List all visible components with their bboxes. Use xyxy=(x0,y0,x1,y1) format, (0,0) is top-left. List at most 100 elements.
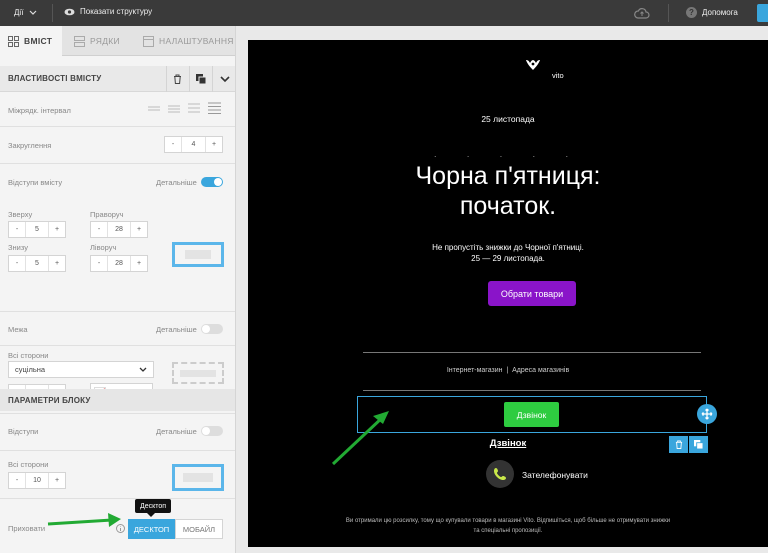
decrement-button[interactable]: - xyxy=(9,473,25,488)
top-padding-value[interactable]: 5 xyxy=(25,222,49,237)
subtext-line-1: Не пропустіть знижки до Чорної п'ятниці. xyxy=(432,243,584,252)
panel-tabs: ВМІСТ РЯДКИ НАЛАШТУВАННЯ xyxy=(0,26,235,56)
chevron-down-icon xyxy=(139,367,147,372)
block-params-header: ПАРАМЕТРИ БЛОКУ xyxy=(0,389,235,411)
line-spacing-row: Міжрядк. інтервал xyxy=(0,92,235,127)
block-padding-label: Відступи xyxy=(8,427,39,436)
vito-logo-icon xyxy=(526,60,540,70)
increment-button[interactable]: + xyxy=(49,256,65,271)
top-bar: Дії Показати структуру ? Допомога xyxy=(0,0,768,26)
tooltip-arrow xyxy=(147,513,155,517)
block-padding-stepper[interactable]: - 10 + xyxy=(8,472,66,489)
tab-settings-label: НАЛАШТУВАННЯ xyxy=(159,36,234,46)
properties-panel: ВМІСТ РЯДКИ НАЛАШТУВАННЯ ВЛАСТИВОСТІ ВМІ… xyxy=(0,26,236,553)
actions-label: Дії xyxy=(14,8,24,17)
copy-icon xyxy=(694,440,703,449)
increment-button[interactable]: + xyxy=(131,222,147,237)
divider xyxy=(52,4,53,22)
border-detail-toggle[interactable] xyxy=(201,324,223,334)
call-text: Зателефонувати xyxy=(522,470,588,480)
tab-settings[interactable]: НАЛАШТУВАННЯ xyxy=(143,26,235,56)
content-padding-label: Відступи вмісту xyxy=(8,178,63,187)
tab-content[interactable]: ВМІСТ xyxy=(0,26,62,56)
tab-rows-label: РЯДКИ xyxy=(90,36,120,46)
trash-icon xyxy=(174,74,181,84)
top-padding-stepper[interactable]: - 5 + xyxy=(8,221,66,238)
detail-label: Детальніше xyxy=(156,178,197,187)
rounding-value[interactable]: 4 xyxy=(181,137,206,152)
mobile-toggle[interactable]: МОБАЙЛ xyxy=(175,519,223,539)
cloud-upload-icon[interactable] xyxy=(634,7,650,19)
divider xyxy=(668,4,669,22)
save-button[interactable] xyxy=(757,4,768,22)
info-icon[interactable] xyxy=(116,524,125,533)
content-properties-title: ВЛАСТИВОСТІ ВМІСТУ xyxy=(8,74,102,83)
all-sides-label: Всі сторони xyxy=(8,351,49,360)
show-structure-label: Показати структуру xyxy=(80,7,153,16)
bottom-padding-stepper[interactable]: - 5 + xyxy=(8,255,66,272)
decrement-button[interactable]: - xyxy=(91,256,107,271)
block-padding-detail-toggle[interactable] xyxy=(201,426,223,436)
rounding-stepper[interactable]: - 4 + xyxy=(164,136,223,153)
right-label: Праворуч xyxy=(90,210,124,219)
hide-row: Приховати ДЕСКТОП МОБАЙЛ Десктоп xyxy=(0,499,235,553)
move-icon xyxy=(701,408,713,420)
block-delete-button[interactable] xyxy=(669,436,688,453)
move-handle[interactable] xyxy=(697,404,717,424)
call-button-label: Дзвінок xyxy=(516,409,547,420)
divider-line xyxy=(363,352,701,353)
decrement-button[interactable]: - xyxy=(91,222,107,237)
rows-icon xyxy=(74,35,85,47)
footer-links[interactable]: Інтернет-магазин | Адреса магазинів xyxy=(248,367,768,374)
decrement-button[interactable]: - xyxy=(9,222,25,237)
right-padding-stepper[interactable]: - 28 + xyxy=(90,221,148,238)
border-style-select[interactable]: суцільна xyxy=(8,361,154,378)
increment-button[interactable]: + xyxy=(49,222,65,237)
desktop-toggle[interactable]: ДЕСКТОП xyxy=(128,519,175,539)
line-spacing-normal-icon[interactable] xyxy=(168,104,180,113)
increment-button[interactable]: + xyxy=(49,473,65,488)
left-padding-stepper[interactable]: - 28 + xyxy=(90,255,148,272)
decrement-button[interactable]: - xyxy=(165,137,181,152)
duplicate-button[interactable] xyxy=(189,66,211,92)
phone-icon xyxy=(486,460,514,488)
padding-detail-toggle[interactable] xyxy=(201,177,223,187)
line-spacing-tight-icon[interactable] xyxy=(148,104,160,113)
grid-icon xyxy=(8,35,19,47)
footer-line-1: Ви отримали цю розсилку, тому що купувал… xyxy=(345,518,671,524)
logo-text: vito xyxy=(552,71,564,80)
tab-rows[interactable]: РЯДКИ xyxy=(74,26,134,56)
actions-menu[interactable]: Дії xyxy=(14,8,37,17)
increment-button[interactable]: + xyxy=(206,137,222,152)
line-spacing-wider-icon[interactable] xyxy=(208,102,221,115)
block-padding-preview xyxy=(172,464,224,491)
choose-products-button[interactable]: Обрати товари xyxy=(488,281,576,306)
call-button[interactable]: Дзвінок xyxy=(504,402,559,427)
border-style-value: суцільна xyxy=(15,365,46,374)
delete-button[interactable] xyxy=(166,66,188,92)
block-padding-row: Відступи Детальніше xyxy=(0,411,235,451)
collapse-button[interactable] xyxy=(212,66,235,92)
decrement-button[interactable]: - xyxy=(9,256,25,271)
hide-label: Приховати xyxy=(8,524,46,533)
chevron-down-icon xyxy=(219,75,230,82)
bottom-padding-value[interactable]: 5 xyxy=(25,256,49,271)
border-detail-label: Детальніше xyxy=(156,325,197,334)
email-preview: vito 25 листопада · · · · · Чорна п'ятни… xyxy=(248,40,768,547)
block-duplicate-button[interactable] xyxy=(689,436,708,453)
padding-preview xyxy=(172,242,224,267)
line-spacing-wide-icon[interactable] xyxy=(188,103,200,114)
show-structure-button[interactable]: Показати структуру xyxy=(64,7,152,16)
left-padding-value[interactable]: 28 xyxy=(107,256,131,271)
tab-content-label: ВМІСТ xyxy=(24,36,53,46)
block-sides-row: Всі сторони - 10 + xyxy=(0,451,235,499)
help-button[interactable]: ? Допомога xyxy=(686,7,738,18)
copy-icon xyxy=(195,74,206,84)
block-padding-value[interactable]: 10 xyxy=(25,473,49,488)
headline-line-1: Чорна п'ятниця: xyxy=(415,162,601,190)
increment-button[interactable]: + xyxy=(131,256,147,271)
chevron-down-icon xyxy=(29,10,37,15)
block-all-sides-label: Всі сторони xyxy=(8,460,49,469)
right-padding-value[interactable]: 28 xyxy=(107,222,131,237)
eye-icon xyxy=(64,8,75,15)
